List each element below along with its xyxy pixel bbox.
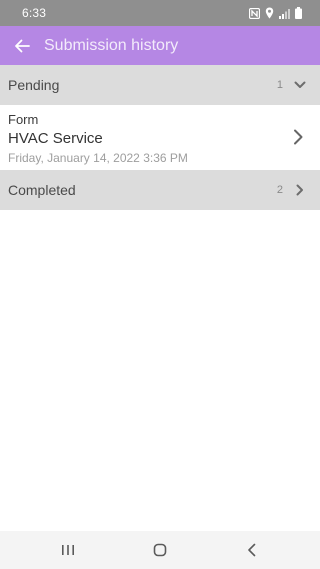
arrow-left-icon: [15, 39, 30, 52]
recent-apps-icon: [62, 545, 74, 555]
status-time: 6:33: [22, 6, 47, 20]
section-title-pending: Pending: [8, 77, 60, 93]
system-nav-bar: [0, 531, 320, 569]
section-header-completed[interactable]: Completed 2: [0, 170, 320, 210]
signal-icon: [279, 8, 290, 19]
recent-apps-button[interactable]: [48, 531, 88, 569]
back-button[interactable]: [2, 26, 42, 65]
section-count-pending: 1: [276, 79, 283, 91]
section-header-pending[interactable]: Pending 1: [0, 65, 320, 105]
status-bar: 6:33: [0, 0, 320, 26]
chevron-right-icon: [290, 180, 310, 200]
form-name: HVAC Service: [8, 130, 103, 147]
list-item-submission[interactable]: Form HVAC Service Friday, January 14, 20…: [0, 105, 320, 170]
chevron-down-icon: [290, 75, 310, 95]
chevron-right-icon: [294, 129, 303, 145]
page-title: Submission history: [44, 36, 179, 54]
app-bar: Submission history: [0, 26, 320, 65]
home-button[interactable]: [140, 531, 180, 569]
battery-icon: [295, 7, 302, 19]
nfc-icon: [249, 7, 260, 19]
location-icon: [265, 7, 274, 19]
back-icon: [248, 543, 256, 557]
home-icon: [153, 543, 167, 557]
form-date: Friday, January 14, 2022 3:36 PM: [8, 151, 188, 165]
section-title-completed: Completed: [8, 182, 76, 198]
status-icons: [249, 7, 302, 19]
section-count-completed: 2: [276, 184, 283, 196]
back-nav-button[interactable]: [232, 531, 272, 569]
form-label: Form: [8, 112, 39, 127]
